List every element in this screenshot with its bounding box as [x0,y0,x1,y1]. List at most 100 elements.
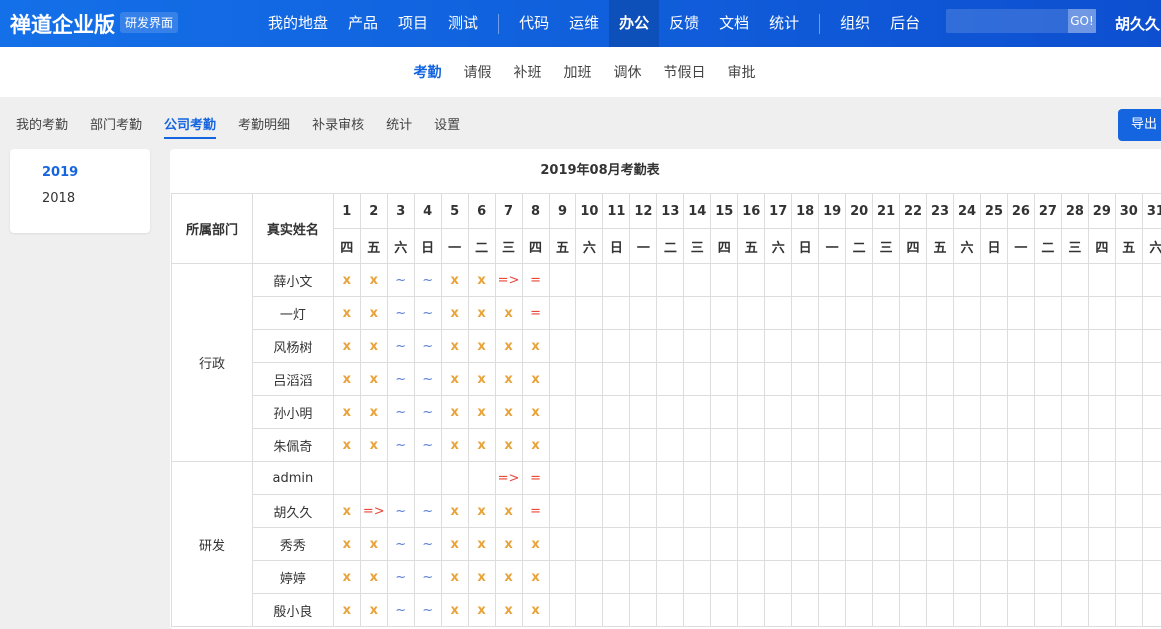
attendance-cell: ~ [387,297,414,330]
search-input[interactable]: GO! [946,9,1096,33]
nav-item[interactable]: 办公 [609,0,659,47]
subnav-item[interactable]: 考勤 [414,62,442,82]
attendance-mark: x [477,603,485,618]
tab[interactable]: 考勤明细 [238,114,290,139]
attendance-cell [657,462,684,495]
attendance-cell [603,528,630,561]
attendance-cell [765,594,792,627]
attendance-mark: = [530,471,541,486]
subnav-item[interactable]: 调休 [614,62,642,82]
attendance-cell: x [468,429,495,462]
attendance-cell [576,462,603,495]
attendance-cell: x [495,330,522,363]
attendance-cell [549,528,576,561]
table-row: 秀秀xx~~xxxx [172,528,1161,561]
attendance-cell [873,495,900,528]
export-button[interactable]: 导出 [1118,109,1161,141]
attendance-cell [738,396,765,429]
attendance-cell: ~ [387,528,414,561]
attendance-cell [360,462,387,495]
attendance-cell: => [495,264,522,297]
attendance-cell [1142,330,1161,363]
subnav-item[interactable]: 加班 [564,62,592,82]
subnav-item[interactable]: 补班 [514,62,542,82]
day-header: 21 [873,194,900,229]
attendance-cell [684,429,711,462]
weekday-header: 六 [954,229,981,264]
nav-item[interactable]: 项目 [388,0,438,47]
attendance-cell [792,363,819,396]
attendance-cell [846,495,873,528]
attendance-cell: x [468,594,495,627]
attendance-mark: x [370,273,378,288]
attendance-cell [549,462,576,495]
subnav-item[interactable]: 节假日 [664,62,706,82]
attendance-cell [792,594,819,627]
nav-item[interactable]: 文档 [709,0,759,47]
nav-item[interactable]: 统计 [759,0,809,47]
subnav-item[interactable]: 审批 [728,62,756,82]
attendance-mark: = [530,273,541,288]
attendance-cell: x [441,396,468,429]
attendance-cell [657,561,684,594]
attendance-cell [846,561,873,594]
attendance-mark: x [450,372,458,387]
day-header: 3 [387,194,414,229]
attendance-cell [576,429,603,462]
attendance-cell [1034,594,1061,627]
attendance-mark: x [477,339,485,354]
year-2018[interactable]: 2018 [42,191,75,206]
attendance-cell [819,297,846,330]
year-2019[interactable]: 2019 [42,165,78,180]
attendance-cell: ~ [387,594,414,627]
attendance-cell [576,528,603,561]
table-row: 朱佩奇xx~~xxxx [172,429,1161,462]
search-go-button[interactable]: GO! [1068,9,1096,33]
attendance-cell: x [360,561,387,594]
user-menu[interactable]: 胡久久 [1115,13,1160,34]
tab[interactable]: 部门考勤 [90,114,142,139]
attendance-cell [603,264,630,297]
nav-item[interactable]: 后台 [880,0,930,47]
attendance-mark: x [343,537,351,552]
nav-item[interactable]: 产品 [338,0,388,47]
attendance-cell [549,264,576,297]
attendance-cell [900,462,927,495]
attendance-cell [765,297,792,330]
attendance-cell [630,594,657,627]
nav-item[interactable]: 代码 [509,0,559,47]
attendance-cell [873,528,900,561]
attendance-cell [873,462,900,495]
tab[interactable]: 设置 [434,114,460,139]
attendance-mark: ~ [422,405,433,420]
nav-item[interactable]: 反馈 [659,0,709,47]
interface-badge[interactable]: 研发界面 [120,12,178,33]
subnav-item[interactable]: 请假 [464,62,492,82]
nav-item[interactable]: 组织 [830,0,880,47]
nav-item[interactable]: 运维 [559,0,609,47]
attendance-cell: x [360,330,387,363]
nav-item[interactable]: 我的地盘 [258,0,338,47]
tab[interactable]: 公司考勤 [164,114,216,139]
weekday-header: 五 [360,229,387,264]
attendance-cell [333,462,360,495]
nav-item[interactable]: 测试 [438,0,488,47]
logo[interactable]: 禅道企业版 [10,9,115,39]
attendance-cell [576,264,603,297]
attendance-cell [927,363,954,396]
attendance-cell: = [522,297,549,330]
attendance-cell [819,396,846,429]
day-header: 10 [576,194,603,229]
attendance-cell [927,264,954,297]
attendance-cell [684,264,711,297]
attendance-cell [711,429,738,462]
tab[interactable]: 补录审核 [312,114,364,139]
attendance-mark: ~ [422,372,433,387]
tab[interactable]: 我的考勤 [16,114,68,139]
attendance-cell [792,561,819,594]
attendance-cell [765,429,792,462]
attendance-cell [1034,264,1061,297]
tab[interactable]: 统计 [386,114,412,139]
attendance-cell: x [333,363,360,396]
attendance-cell [549,330,576,363]
